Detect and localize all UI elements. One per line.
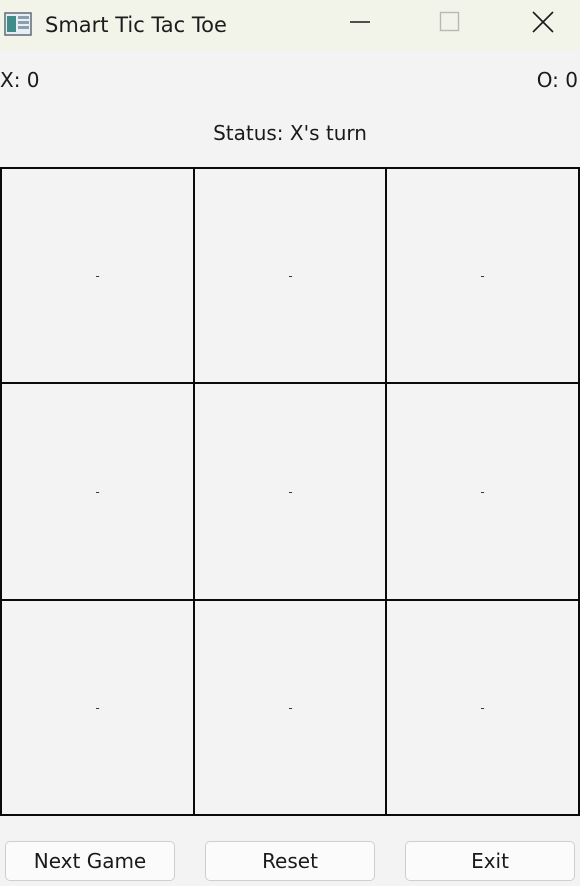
next-game-button[interactable]: Next Game [5, 841, 175, 881]
maximize-button[interactable] [420, 0, 480, 48]
exit-button[interactable]: Exit [405, 841, 575, 881]
game-board: - - - - - - - - - [0, 167, 580, 816]
minimize-icon [349, 11, 371, 37]
maximize-icon [439, 11, 461, 37]
score-x: X: 0 [0, 68, 40, 92]
board-cell-3[interactable]: - [385, 167, 580, 384]
score-o: O: 0 [536, 68, 578, 92]
app-icon [4, 12, 32, 36]
board-cell-4[interactable]: - [0, 382, 195, 601]
reset-button[interactable]: Reset [205, 841, 375, 881]
board-cell-1[interactable]: - [0, 167, 195, 384]
close-icon [532, 11, 554, 37]
board-cell-6[interactable]: - [385, 382, 580, 601]
board-cell-8[interactable]: - [193, 599, 388, 816]
status-label: Status: X's turn [213, 121, 367, 145]
window-title: Smart Tic Tac Toe [45, 13, 227, 37]
board-cell-2[interactable]: - [193, 167, 388, 384]
minimize-button[interactable] [330, 0, 390, 48]
title-bar: Smart Tic Tac Toe [0, 0, 580, 50]
board-cell-7[interactable]: - [0, 599, 195, 816]
close-button[interactable] [513, 0, 573, 48]
board-cell-9[interactable]: - [385, 599, 580, 816]
board-cell-5[interactable]: - [193, 382, 388, 601]
